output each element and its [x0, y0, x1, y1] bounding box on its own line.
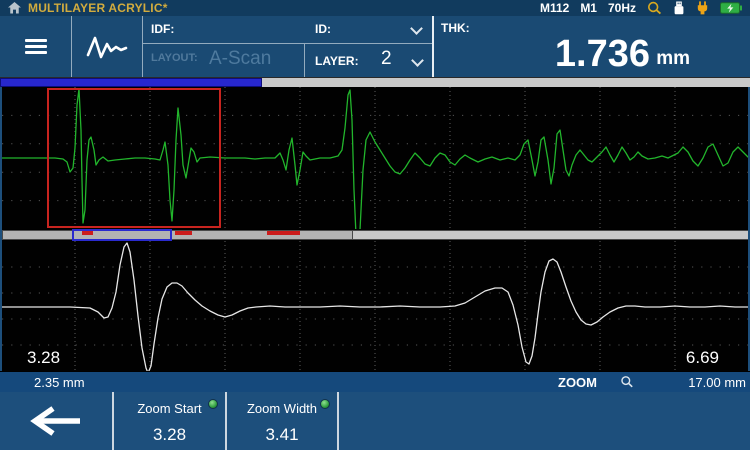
scroll-fill[interactable]	[0, 78, 262, 87]
gate-marker	[82, 231, 93, 235]
header: IDF: ID: LAYOUT: A-Scan LAYER: 2 THK: 1.…	[0, 16, 750, 77]
overview-track-extended	[353, 230, 750, 240]
zoom-magnifier-icon	[620, 375, 634, 389]
scale-bar: 2.35 mm ZOOM 17.00 mm	[0, 371, 750, 392]
waveform-icon	[86, 34, 128, 60]
chevron-down-icon[interactable]	[410, 22, 423, 35]
magnifier-icon	[647, 1, 662, 15]
range-max-label: 17.00 mm	[688, 375, 746, 390]
layout-label: LAYOUT:	[151, 52, 198, 64]
file-title: MULTILAYER ACRYLIC*	[28, 1, 168, 15]
zoom-mode-label: ZOOM	[558, 375, 597, 390]
overview-bar[interactable]	[0, 229, 750, 241]
home-icon[interactable]	[8, 2, 21, 14]
range-scrollbar[interactable]	[0, 77, 750, 87]
thickness-readout: THK: 1.736 mm	[432, 16, 750, 77]
ascan-display-button[interactable]	[72, 16, 143, 77]
range-min-label: 2.35 mm	[34, 375, 85, 390]
ascan-full-plot	[0, 87, 750, 229]
gate-marker	[175, 231, 192, 235]
thk-value: 1.736	[555, 35, 650, 73]
zoom-start-button[interactable]: Zoom Start 3.28	[112, 392, 225, 450]
ascan-zoom-view[interactable]: 3.28 6.69	[0, 241, 750, 371]
thk-unit: mm	[656, 48, 690, 70]
plot-frame-left	[0, 87, 2, 371]
layout-value: A-Scan	[209, 48, 271, 70]
layer-selector[interactable]: LAYER: 2	[305, 44, 432, 77]
power-plug-icon	[696, 1, 709, 15]
zoom-start-value: 3.28	[114, 425, 225, 445]
zoom-end-readout: 6.69	[686, 348, 719, 368]
status-model: M112	[540, 1, 569, 15]
zoom-width-button[interactable]: Zoom Width 3.41	[225, 392, 337, 450]
active-led-icon	[320, 399, 330, 409]
layer-value: 2	[381, 48, 392, 70]
layer-label: LAYER:	[315, 54, 359, 68]
active-led-icon	[208, 399, 218, 409]
usb-icon	[673, 1, 685, 15]
chevron-down-icon[interactable]	[411, 54, 424, 67]
ascan-full-view[interactable]	[0, 87, 750, 229]
titlebar: MULTILAYER ACRYLIC* M112 M1 70Hz	[0, 0, 750, 16]
thk-label: THK:	[441, 21, 470, 35]
status-mode: M1	[580, 1, 597, 15]
idf-label: IDF:	[151, 22, 174, 36]
battery-charging-icon	[720, 2, 742, 14]
ascan-zoom-plot	[0, 241, 750, 371]
toolbar-divider	[337, 392, 339, 450]
device-screen: MULTILAYER ACRYLIC* M112 M1 70Hz	[0, 0, 750, 450]
id-row[interactable]: IDF: ID:	[143, 16, 432, 44]
bottom-toolbar: Zoom Start 3.28 Zoom Width 3.41	[0, 392, 750, 450]
id-label: ID:	[315, 22, 331, 36]
status-rate: 70Hz	[608, 1, 636, 15]
menu-button[interactable]	[0, 16, 72, 77]
gate-marker	[267, 231, 300, 235]
zoom-start-readout: 3.28	[27, 348, 60, 368]
status-indicators: M112 M1 70Hz	[540, 1, 742, 15]
header-id-group: IDF: ID: LAYOUT: A-Scan LAYER: 2	[143, 16, 432, 77]
layout-selector[interactable]: LAYOUT: A-Scan	[143, 44, 305, 77]
hamburger-icon	[25, 36, 47, 57]
zoom-width-value: 3.41	[227, 425, 337, 445]
back-button[interactable]	[28, 406, 84, 436]
